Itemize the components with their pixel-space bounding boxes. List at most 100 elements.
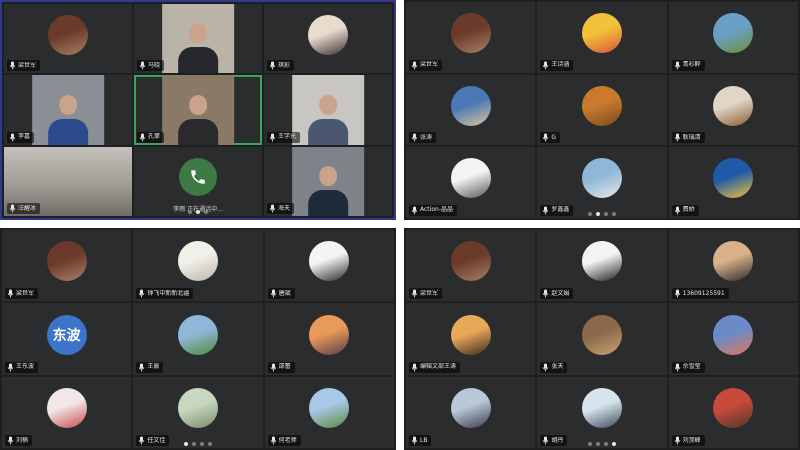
participant-tile[interactable]: 王学光: [264, 75, 392, 145]
participant-tile[interactable]: 胡丹: [537, 376, 667, 448]
page-dot[interactable]: [200, 442, 204, 446]
page-dot[interactable]: [596, 442, 600, 446]
page-indicator[interactable]: [0, 442, 396, 446]
participant-name-label: 耿瑞清: [671, 132, 705, 144]
participant-tile[interactable]: Action-晶晶: [406, 147, 536, 218]
page-dot[interactable]: [188, 210, 192, 214]
page-dot[interactable]: [612, 212, 616, 216]
page-dot[interactable]: [604, 212, 608, 216]
participant-tile[interactable]: 编辑文部王涛: [406, 303, 536, 375]
microphone-icon: [9, 133, 16, 142]
participant-tile[interactable]: 王诗涵: [537, 2, 667, 73]
microphone-icon: [9, 61, 16, 70]
participant-avatar: [177, 388, 218, 429]
page-dot[interactable]: [208, 442, 212, 446]
participant-name-label: 唐斌: [267, 288, 295, 300]
participant-tile[interactable]: 钟飞中新新北疆: [133, 230, 263, 302]
microphone-icon: [543, 133, 549, 142]
page-indicator[interactable]: [404, 442, 800, 446]
participant-video: [292, 146, 364, 216]
participant-tile[interactable]: 刘顶峰: [668, 376, 798, 448]
participant-name: 王东波: [16, 363, 35, 371]
participant-tile[interactable]: 罗鑫鑫: [537, 147, 667, 218]
page-dot[interactable]: [192, 442, 196, 446]
page-indicator[interactable]: [404, 212, 800, 216]
participant-name: 青衫醉: [682, 61, 701, 69]
participant-tile[interactable]: 梁世军: [2, 230, 132, 302]
participant-name: 13609125591: [682, 289, 725, 297]
participant-tile[interactable]: 青衫醉: [668, 2, 798, 73]
participant-tile[interactable]: 赵文娟: [537, 230, 667, 302]
participant-tile[interactable]: 张涛: [406, 74, 536, 146]
participant-name-label: 王晨: [136, 361, 164, 373]
microphone-icon: [674, 289, 680, 298]
participant-tile[interactable]: G: [537, 74, 667, 146]
participant-avatar: [309, 388, 350, 429]
participant-tile[interactable]: 梁世军: [4, 4, 132, 74]
participant-name: 王晨: [147, 363, 160, 371]
participant-tile[interactable]: 费娇: [668, 147, 798, 218]
participant-tile[interactable]: 耿瑞清: [668, 74, 798, 146]
page-dot[interactable]: [588, 442, 592, 446]
participant-tile[interactable]: 何老师: [264, 376, 394, 448]
participant-avatar: [308, 14, 348, 55]
participant-name-label: 13609125591: [671, 288, 729, 300]
participant-tile[interactable]: LB: [406, 376, 536, 448]
participant-tile[interactable]: 马晓: [134, 4, 262, 74]
participant-name: 王诗涵: [551, 61, 570, 69]
participant-tile[interactable]: 王晨: [133, 303, 263, 375]
page-dot[interactable]: [204, 210, 208, 214]
participant-tile[interactable]: 唐斌: [264, 230, 394, 302]
participant-avatar: [713, 241, 754, 282]
participant-tile[interactable]: 孔擎: [134, 75, 262, 145]
person-head: [188, 23, 207, 44]
person-body: [47, 118, 88, 145]
participant-avatar: [450, 85, 491, 126]
page-dot[interactable]: [588, 212, 592, 216]
participant-video: [292, 75, 364, 145]
participant-avatar: [48, 14, 88, 55]
participant-tile[interactable]: 李雨 正在通话中...: [134, 146, 262, 216]
person-body: [307, 118, 348, 145]
participant-tile[interactable]: 刘楠: [2, 376, 132, 448]
microphone-icon: [270, 289, 276, 298]
participant-tile[interactable]: 梁世军: [406, 230, 536, 302]
microphone-icon: [543, 61, 549, 70]
participant-tile[interactable]: 佘雪莹: [668, 303, 798, 375]
participant-avatar: [177, 241, 218, 282]
page-dot[interactable]: [604, 442, 608, 446]
page-dot[interactable]: [612, 442, 616, 446]
microphone-icon: [543, 363, 549, 372]
participant-tile[interactable]: 邵蕾: [264, 303, 394, 375]
participant-tile[interactable]: 东波王东波: [2, 303, 132, 375]
page-indicator[interactable]: [2, 210, 394, 214]
participant-avatar: [309, 241, 350, 282]
participant-tile[interactable]: 任文佳: [133, 376, 263, 448]
microphone-icon: [269, 133, 276, 142]
person-body: [177, 118, 218, 145]
participant-video: [162, 75, 234, 145]
participant-name-label: 李嘉: [7, 131, 35, 143]
participant-tile[interactable]: 海天: [264, 146, 392, 216]
participant-name-label: 编辑文部王涛: [409, 361, 461, 373]
participant-tile[interactable]: 琪彩: [264, 4, 392, 74]
avatar-initials: 东波: [52, 327, 81, 344]
participant-avatar: [46, 388, 87, 429]
person-body: [177, 47, 218, 74]
participant-name-label: 赵文娟: [540, 288, 574, 300]
participant-avatar: [450, 314, 491, 355]
participant-tile[interactable]: 梁世军: [406, 2, 536, 73]
page-dot[interactable]: [196, 210, 200, 214]
page-dot[interactable]: [596, 212, 600, 216]
microphone-icon: [674, 61, 680, 70]
participant-name-label: 张天: [540, 361, 568, 373]
participant-tile[interactable]: 李嘉: [4, 75, 132, 145]
participant-tile[interactable]: 张天: [537, 303, 667, 375]
participant-tile[interactable]: 13609125591: [668, 230, 798, 302]
participant-name: 梁世军: [18, 61, 37, 69]
participant-name: 邵蕾: [278, 363, 291, 371]
microphone-icon: [7, 289, 14, 298]
participant-video: [32, 75, 104, 145]
page-dot[interactable]: [184, 442, 188, 446]
participant-tile[interactable]: 汪醒冰: [4, 146, 132, 216]
